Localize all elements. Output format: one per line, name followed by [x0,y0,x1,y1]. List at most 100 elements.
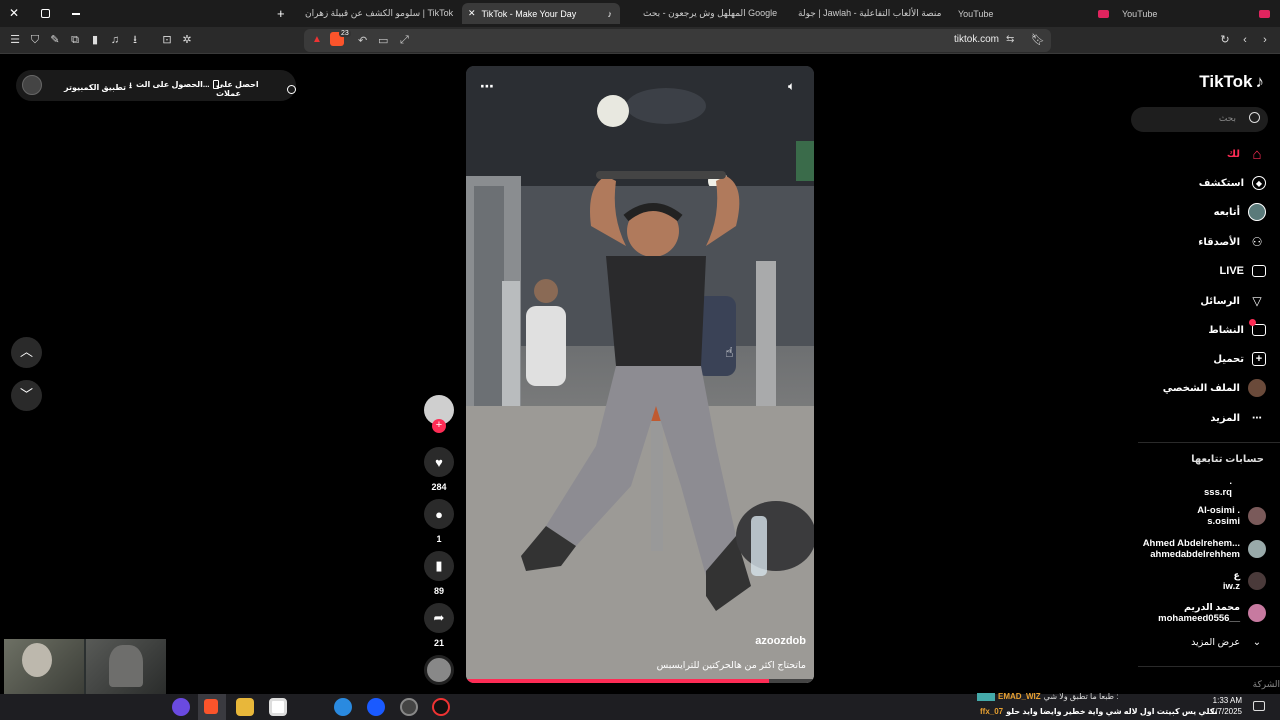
share-action[interactable]: ➦ 21 [424,603,454,648]
site-settings-icon[interactable]: ⇆ [1006,34,1014,45]
nav-profile[interactable]: الملف الشخصي [1163,376,1266,400]
url-bar[interactable]: ▲ 23 ↶ ▭ ⤢ tiktok.com ⇆ [304,29,1051,52]
comment-icon[interactable]: ● [424,499,454,529]
sidebar-icon[interactable]: ▮ [88,33,102,47]
tab-label: جولة | Jawlah - منصة الألعاب التفاعلية [798,8,942,18]
previous-video-button[interactable]: ︿ [11,337,42,368]
video-player[interactable]: ⋯ 🔈︎ ☝ azoozdob ماتحتاج اكثر من هالحركتي… [466,66,814,683]
shield-icon[interactable]: ⛉ [28,33,42,47]
bookmark-icon[interactable]: 🔖︎ [1031,33,1045,47]
get-coins-link[interactable]: احصل على عملات [216,80,296,98]
nav-upload[interactable]: تحميل + [1213,347,1266,371]
app-icon-blue[interactable] [334,698,352,716]
restore-icon[interactable] [41,9,50,18]
like-count: 284 [431,482,447,492]
discord-icon[interactable] [172,698,190,716]
following-title: حسابات تتابعها [1191,454,1264,465]
bookmark-icon[interactable]: ▮ [424,551,454,581]
search-box[interactable]: بحث [1131,107,1268,132]
tab-bar: ✕ + سلومو الكشف عن قبيلة زهران | TikTok … [0,0,1280,27]
store-icon[interactable] [269,698,287,716]
clock-date: 1/7/2025 [1210,707,1242,716]
follow-plus-icon[interactable]: + [432,419,446,433]
chat-user: EMAD_WIZ [998,692,1041,701]
live-icon [1252,265,1266,277]
forward-icon[interactable]: › [1258,33,1272,47]
tab-label: TikTok - Make Your Day [481,8,577,19]
url-text[interactable]: tiktok.com [954,34,999,45]
tab-youtube-2[interactable]: YouTube [1118,3,1278,24]
like-action[interactable]: ♥ 284 [424,447,454,492]
comment-action[interactable]: ● 1 [424,499,454,544]
nav-explore[interactable]: استكشف ◆ [1199,171,1266,195]
tabs-icon[interactable]: ⧉ [68,33,82,47]
see-more-following[interactable]: عرض المزيد ⌄ [1191,637,1266,648]
tiktok-logo[interactable]: TikTok ♪ [1199,72,1264,92]
get-app-link[interactable]: الحصول على الت... [136,80,219,89]
following-item[interactable]: . sss.rq [1204,476,1232,498]
brave-taskbar-button[interactable] [198,694,226,720]
link-icon[interactable]: ⤢ [400,34,409,47]
heart-icon[interactable]: ♥ [424,447,454,477]
tab-google[interactable]: المهلهل وش يرجعون - بحث Google [640,3,780,24]
following-item[interactable]: Ahmed Abdelrehem... ahmedabdelrehhem [1143,538,1266,560]
nav-messages[interactable]: الرسائل ▽ [1200,289,1266,313]
next-video-button[interactable]: ﹀ [11,380,42,411]
new-tab-icon[interactable]: + [277,6,285,21]
chevron-up-icon: ︿ [19,344,33,359]
obs-icon[interactable] [400,698,418,716]
close-window-icon[interactable]: ✕ [8,6,20,20]
save-action[interactable]: ▮ 89 [424,551,454,596]
close-tab-icon[interactable]: ✕ [468,8,476,19]
tab-jawlah[interactable]: جولة | Jawlah - منصة الألعاب التفاعلية 👓 [795,3,945,24]
file-explorer-icon[interactable] [236,698,254,716]
nav-more[interactable]: المزيد ⋯ [1210,406,1266,430]
menu-icon[interactable]: ☰ [8,33,22,47]
nav-live[interactable]: LIVE [1220,259,1266,283]
following-handle: mohameed0556__ [1158,613,1240,624]
following-item[interactable]: محمد الدريم mohameed0556__ [1158,602,1266,624]
nav-for-you[interactable]: لك ⌂ [1227,142,1266,166]
browser-toolbar: ☰ ⛉ ✎ ⧉ ▮ ♫ ⭳ ⊡ ✲ ▲ 23 ↶ ▭ ⤢ tiktok.com … [0,27,1280,54]
notification-icon[interactable] [1253,701,1265,711]
brave-rewards-icon[interactable]: ▲ [312,34,322,45]
following-item[interactable]: ع iw.z [1223,570,1266,592]
back-icon[interactable]: ‹ [1238,33,1252,47]
clock[interactable]: 1:33 AM 1/7/2025 [1198,695,1242,717]
nav-friends[interactable]: الأصدقاء ⚇ [1198,230,1266,254]
reload-icon[interactable]: ↻ [1218,33,1232,47]
tab-tiktok-zahran[interactable]: سلومو الكشف عن قبيلة زهران | TikTok ♪ [300,3,455,24]
following-handle: s.osimi [1207,516,1240,527]
cast-icon[interactable]: ▭ [378,34,388,47]
share-icon[interactable]: ➦ [424,603,454,633]
progress-track[interactable] [466,679,814,683]
avatar[interactable] [22,75,42,95]
author-avatar-action[interactable]: + [424,395,454,433]
following-item[interactable]: Al-osimi . s.osimi [1197,505,1266,527]
extensions-icon[interactable]: ✲ [180,33,194,47]
download-icon[interactable]: ⭳ [128,33,142,47]
tab-youtube-1[interactable]: YouTube [955,3,1115,24]
avatar-icon [1248,203,1266,221]
tab-tiktok-active[interactable]: ✕ TikTok - Make Your Day ♪ [462,3,620,24]
undo-icon[interactable]: ↶ [358,34,367,47]
home-icon: ⌂ [1252,145,1262,163]
nav-activity[interactable]: النشاط [1208,318,1266,342]
music-icon[interactable]: ♫ [108,33,122,47]
brush-icon[interactable]: ✎ [48,33,62,47]
screenshot-icon[interactable]: ⊡ [160,33,174,47]
search-icon[interactable] [1249,112,1260,123]
music-disc[interactable] [424,655,454,685]
minimize-icon[interactable] [72,13,80,15]
desktop-app-link[interactable]: تطبيق الكمبيوتر ⭳ [64,80,132,94]
tiktok-note-icon: ♪ [1255,72,1265,91]
footer-company[interactable]: الشركة [1253,679,1280,690]
see-more-label: عرض المزيد [1191,637,1240,648]
more-options-icon[interactable]: ⋯ [480,78,495,95]
app-icon-red[interactable] [432,698,450,716]
volume-icon[interactable]: 🔈︎ [788,79,804,95]
music-disc-icon[interactable] [424,655,454,685]
app-icon-bluestacks[interactable] [367,698,385,716]
video-author[interactable]: azoozdob [755,635,806,647]
nav-following[interactable]: أتابعه [1214,200,1266,224]
